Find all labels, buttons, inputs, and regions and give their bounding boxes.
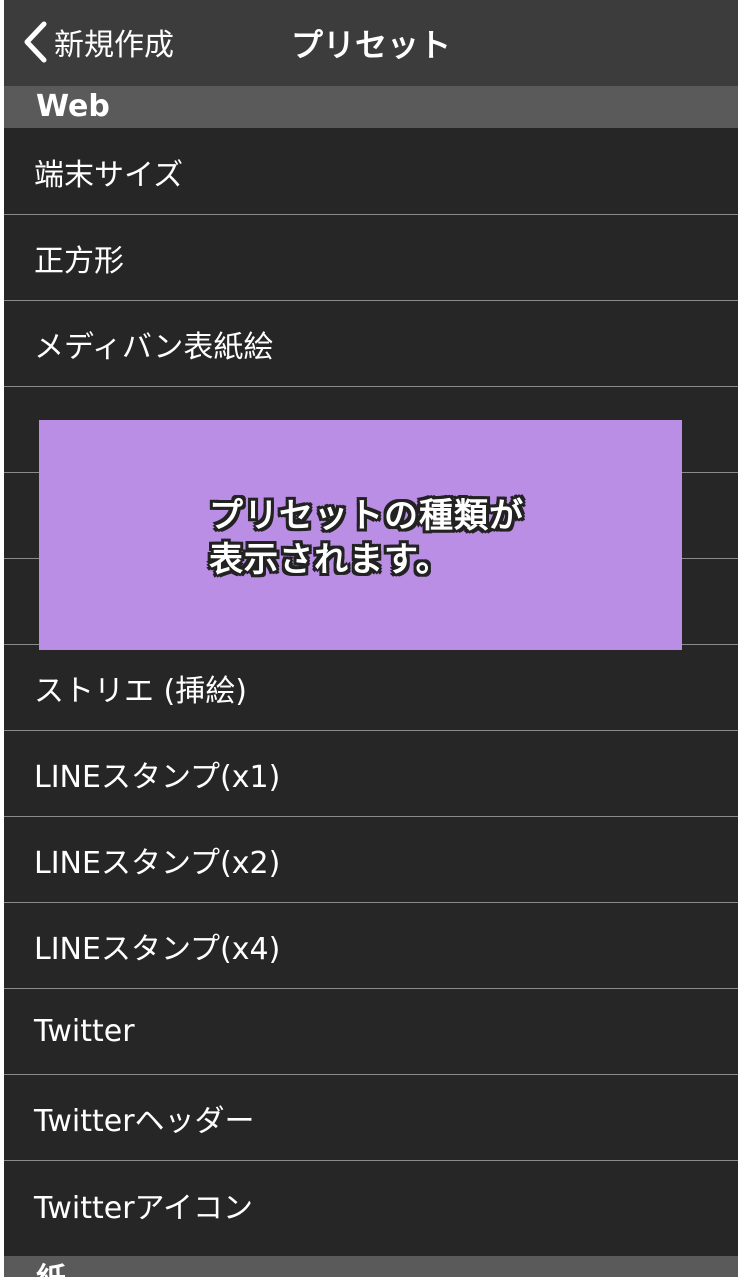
navigation-bar: 新規作成 プリセット: [4, 0, 738, 86]
list-item[interactable]: Twitterアイコン: [4, 1161, 738, 1248]
screen: 新規作成 プリセット Web 端末サイズ 正方形 メディバン表紙絵 ストリエ (…: [4, 0, 738, 1277]
chevron-left-icon: [18, 18, 52, 66]
list-item-label: LINEスタンプ(x2): [34, 845, 281, 881]
list-item-label: ストリエ (挿絵): [34, 673, 247, 709]
section-header-paper: 紙: [4, 1256, 738, 1277]
list-item[interactable]: LINEスタンプ(x1): [4, 731, 738, 817]
list-item[interactable]: 正方形: [4, 215, 738, 301]
list-item[interactable]: LINEスタンプ(x4): [4, 903, 738, 989]
back-button[interactable]: 新規作成: [18, 18, 174, 66]
list-item-label: 端末サイズ: [34, 157, 184, 193]
list-item[interactable]: ストリエ (挿絵): [4, 645, 738, 731]
list-item[interactable]: メディバン表紙絵: [4, 301, 738, 387]
list-item[interactable]: LINEスタンプ(x2): [4, 817, 738, 903]
annotation-text: プリセットの種類が 表示されます。: [209, 496, 524, 580]
list-item-label: LINEスタンプ(x4): [34, 931, 281, 967]
list-item[interactable]: Twitterヘッダー: [4, 1075, 738, 1161]
back-button-label: 新規作成: [54, 28, 174, 63]
list-item[interactable]: 端末サイズ: [4, 129, 738, 215]
list-item-label: メディバン表紙絵: [34, 329, 274, 365]
list-item-label: Twitter: [34, 1014, 135, 1049]
section-header-web: Web: [4, 86, 738, 128]
list-item-label: Twitterアイコン: [34, 1190, 254, 1226]
preset-list: 端末サイズ 正方形 メディバン表紙絵 ストリエ (挿絵) LINEスタンプ(x1…: [4, 129, 738, 1248]
list-item[interactable]: Twitter: [4, 989, 738, 1075]
annotation-overlay: プリセットの種類が 表示されます。: [39, 420, 682, 650]
list-item-label: 正方形: [34, 243, 124, 279]
list-item-label: LINEスタンプ(x1): [34, 759, 281, 795]
list-item-label: Twitterヘッダー: [34, 1103, 255, 1139]
